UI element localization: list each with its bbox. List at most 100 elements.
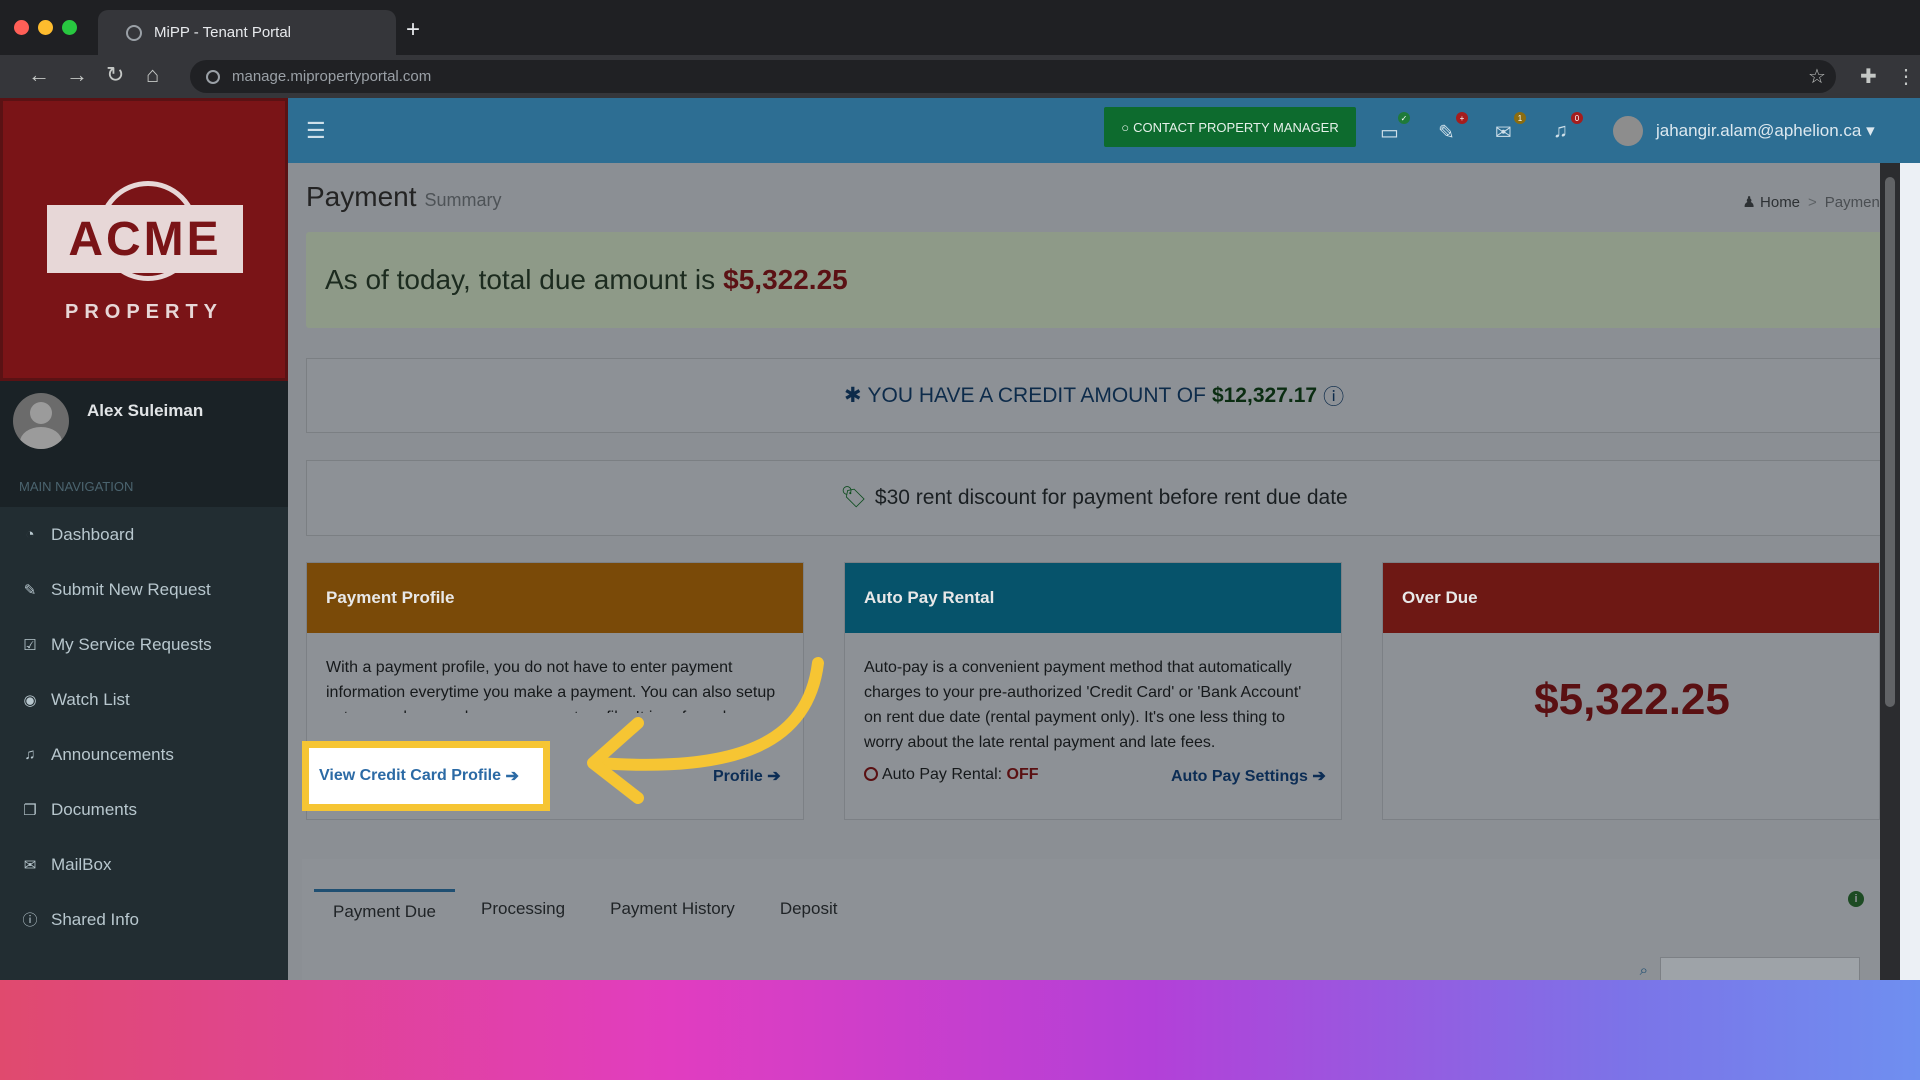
wrench-icon: ✎ [23,581,37,599]
sidebar-item-announcements[interactable]: ♫ Announcements [0,727,288,782]
user-avatar[interactable] [1613,116,1643,146]
new-tab-button[interactable]: + [406,18,420,42]
home-icon[interactable]: ⌂ [146,63,159,87]
reload-icon[interactable]: ↻ [106,63,124,87]
discount-text: $30 rent discount for payment before ren… [874,486,1348,509]
user-email: jahangir.alam@aphelion.ca [1656,121,1862,140]
payment-tabs: Payment Due Processing Payment History D… [314,889,863,932]
sidebar-item-service-requests[interactable]: ☑ My Service Requests [0,617,288,672]
browser-toolbar: ← → ↻ ⌂ manage.mipropertyportal.com ☆ ✚ … [0,55,1920,98]
page-subtitle: Summary [424,190,502,210]
tab-payment-history[interactable]: Payment History [591,889,754,932]
auto-pay-title: Auto Pay Rental [864,588,995,607]
auto-pay-header: Auto Pay Rental [845,563,1341,633]
acme-logo[interactable]: ACME PROPERTY [0,98,288,381]
sidebar-item-label: Documents [51,799,137,819]
hamburger-menu-icon[interactable]: ☰ [306,118,326,144]
arrow-circle-right-icon: ➔ [505,768,519,785]
sidebar-item-watch-list[interactable]: ◉ Watch List [0,672,288,727]
logo-subtext: PROPERTY [64,301,224,323]
breadcrumb-home[interactable]: Home [1760,194,1800,211]
top-header: ☰ ○ CONTACT PROPERTY MANAGER ▭ ✓ ✎ + ✉ 1… [288,98,1920,163]
highlight-box: View Credit Card Profile ➔ [302,741,550,811]
portal-page: ACME PROPERTY Alex Suleiman MAIN NAVIGAT… [0,98,1920,980]
sidebar-item-submit-request[interactable]: ✎ Submit New Request [0,562,288,617]
user-name: Alex Suleiman [87,401,204,420]
sidebar-item-mailbox[interactable]: ✉ MailBox [0,837,288,892]
info-circle-icon[interactable]: ⓘ [1323,381,1344,411]
tab-title: MiPP - Tenant Portal [154,24,292,41]
bell-icon[interactable]: ♫ [1553,120,1568,143]
auto-pay-status-value: OFF [1006,766,1039,783]
forward-icon[interactable]: → [66,63,88,87]
user-menu[interactable]: jahangir.alam@aphelion.ca ▾ [1656,121,1875,141]
wrench-icon[interactable]: ✎ [1438,120,1455,145]
view-credit-card-profile-link[interactable]: View Credit Card Profile ➔ [309,748,543,804]
scrollbar-thumb[interactable] [1885,177,1895,707]
main-content: Payment Summary ♟ Home > Payment As of toda… [288,163,1900,980]
minimize-window-button[interactable] [38,20,53,35]
page-scrollbar[interactable] [1880,163,1900,980]
total-due-banner: As of today, total due amount is $5,322.2… [306,232,1882,328]
pointer-arrow [587,657,824,804]
caret-down-icon: ▾ [1866,121,1875,140]
user-icon: ♟ [1742,194,1756,211]
search-icon: ⌕ [1639,962,1648,979]
info-icon[interactable]: i [1848,891,1864,907]
close-window-button[interactable] [14,20,29,35]
auto-pay-body: Auto-pay is a convenient payment method … [864,659,1302,751]
avatar [13,393,69,449]
browser-window: MiPP - Tenant Portal + ← → ↻ ⌂ manage.mi… [0,0,1920,980]
notification-count-badge: 0 [1571,112,1583,124]
user-panel: Alex Suleiman [0,381,288,465]
sidebar-item-label: Dashboard [51,524,135,544]
logo-text: ACME [47,205,243,273]
breadcrumb-current: Payment [1824,194,1884,211]
sidebar: ACME PROPERTY Alex Suleiman MAIN NAVIGAT… [0,98,288,980]
auto-pay-card: Auto Pay Rental Auto-pay is a convenient… [844,562,1342,820]
auto-pay-settings-link[interactable]: Auto Pay Settings ➔ [1171,766,1326,786]
url-text: manage.mipropertyportal.com [232,68,432,85]
site-info-icon[interactable] [206,69,220,84]
arrow-circle-right-icon: ➔ [1312,768,1326,785]
breadcrumb-separator: > [1808,194,1817,211]
browser-tab[interactable]: MiPP - Tenant Portal [98,10,396,55]
sidebar-item-label: Submit New Request [51,579,211,599]
contact-property-manager-button[interactable]: ○ CONTACT PROPERTY MANAGER [1104,107,1356,147]
sidebar-item-documents[interactable]: ❐ Documents [0,782,288,837]
plus-badge: + [1456,112,1468,124]
eye-icon: ◉ [23,691,37,709]
tab-deposit[interactable]: Deposit [761,889,857,932]
checkbox-icon: ☑ [23,636,37,654]
chat-icon: ○ [1121,119,1130,135]
sidebar-nav: ◔ Dashboard ✎ Submit New Request ☑ My Servi… [0,507,288,947]
credit-card-icon[interactable]: ▭ [1380,120,1399,145]
sidebar-item-dashboard[interactable]: ◔ Dashboard [0,507,288,562]
bookmark-star-icon[interactable]: ☆ [1808,64,1826,89]
info-icon: ⓘ [22,912,38,929]
page-title-text: Payment [306,181,417,212]
tab-payment-due[interactable]: Payment Due [314,889,455,932]
view-credit-card-profile-label: View Credit Card Profile [319,767,501,784]
breadcrumb: ♟ Home > Payment [1742,193,1884,211]
documents-icon: ❐ [23,801,37,819]
payment-profile-header: Payment Profile [307,563,803,633]
sidebar-item-label: MailBox [51,854,112,874]
back-icon[interactable]: ← [28,63,50,87]
extensions-icon[interactable]: ✚ [1860,64,1877,89]
rent-discount-banner: 🏷 $30 rent discount for payment before r… [306,460,1882,536]
auto-pay-settings-label: Auto Pay Settings [1171,768,1308,785]
maximize-window-button[interactable] [62,20,77,35]
credit-amount-banner: ✱ YOU HAVE A CREDIT AMOUNT OF $12,327.17 … [306,358,1882,433]
due-text: As of today, total due amount is [325,264,716,295]
auto-pay-status: Auto Pay Rental: OFF [864,766,1039,784]
envelope-icon[interactable]: ✉ [1495,120,1512,145]
browser-menu-icon[interactable]: ⋮ [1896,64,1916,89]
dashboard-icon: ◔ [25,526,35,543]
sidebar-item-shared-info[interactable]: ⓘ Shared Info [0,892,288,947]
bell-icon: ♫ [24,746,36,763]
over-due-title: Over Due [1402,588,1478,607]
address-bar[interactable]: manage.mipropertyportal.com [190,60,1836,93]
search-input[interactable] [1660,957,1860,980]
tab-processing[interactable]: Processing [462,889,584,932]
